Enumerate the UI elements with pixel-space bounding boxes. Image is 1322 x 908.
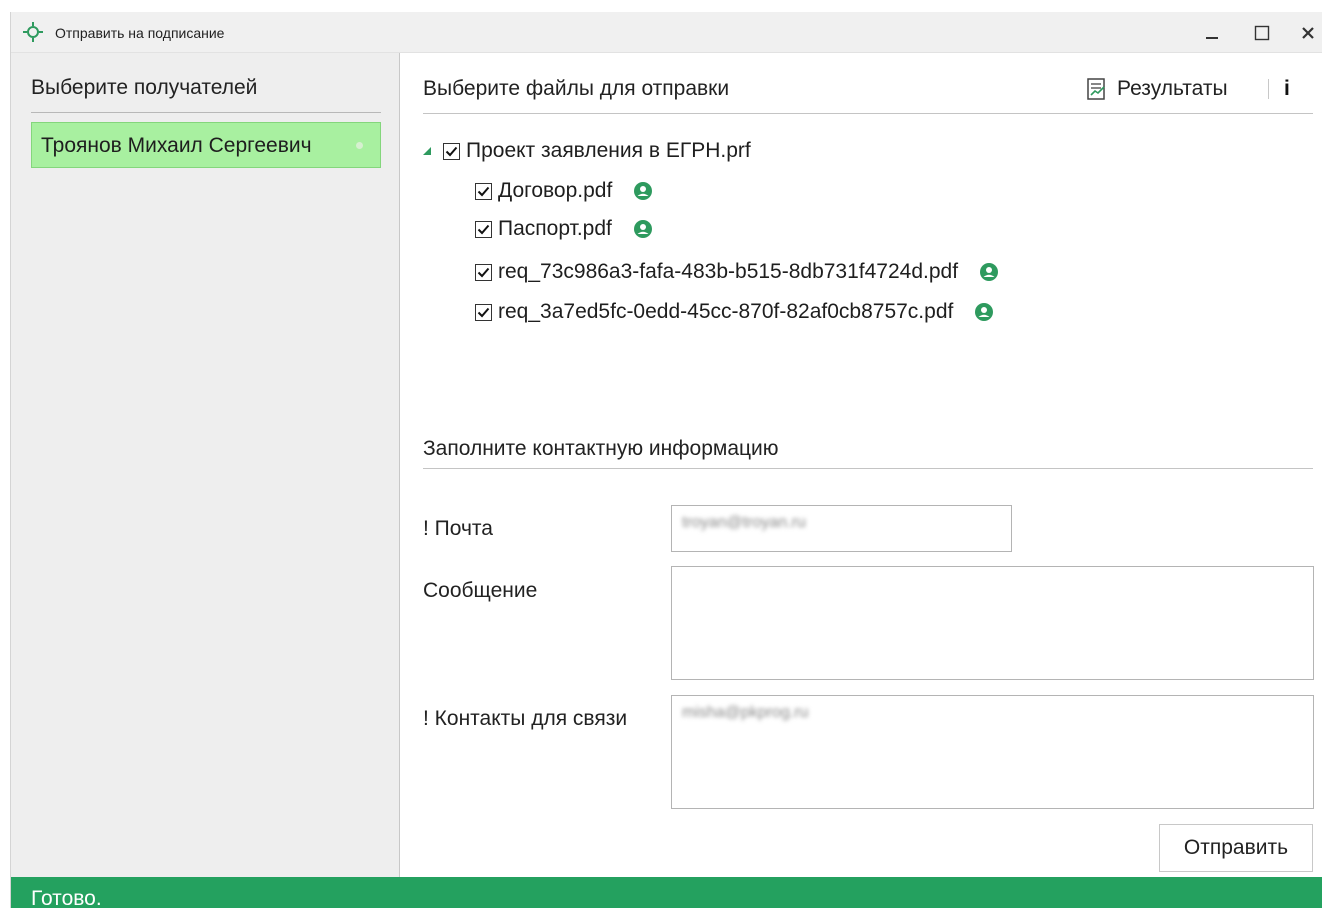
divider <box>423 468 1313 469</box>
checkbox-checked[interactable] <box>475 220 492 238</box>
email-field[interactable]: troyan@troyan.ru <box>671 505 1012 552</box>
title-bar: Отправить на подписание <box>11 12 1322 53</box>
checkbox-checked[interactable] <box>475 263 492 281</box>
person-icon[interactable] <box>980 263 999 281</box>
recipient-item[interactable]: Троянов Михаил Сергеевич <box>31 122 381 168</box>
contacts-value: misha@pkprog.ru <box>682 704 809 721</box>
recipients-header: Выберите получателей <box>31 76 258 99</box>
maximize-button[interactable] <box>1247 18 1277 48</box>
maximize-icon <box>1254 25 1270 41</box>
status-text: Готово. <box>31 887 102 908</box>
minimize-icon <box>1206 37 1218 39</box>
file-name: req_3a7ed5fc-0edd-45cc-870f-82af0cb8757c… <box>498 300 954 323</box>
message-field[interactable] <box>671 566 1314 680</box>
checkbox-checked[interactable] <box>475 182 492 200</box>
person-icon[interactable] <box>633 220 652 238</box>
tree-item[interactable]: Паспорт.pdf <box>475 217 652 241</box>
divider <box>423 113 1313 114</box>
file-name: Договор.pdf <box>498 179 613 202</box>
contacts-field[interactable]: misha@pkprog.ru <box>671 695 1314 809</box>
report-icon <box>1087 78 1105 100</box>
person-icon[interactable] <box>634 182 653 200</box>
results-label: Результаты <box>1117 77 1228 100</box>
recipients-panel: Выберите получателей Троянов Михаил Серг… <box>11 53 400 877</box>
minimize-button[interactable] <box>1197 18 1227 48</box>
checkbox-checked[interactable] <box>443 142 460 160</box>
window-title: Отправить на подписание <box>55 25 225 41</box>
person-icon[interactable] <box>975 303 994 321</box>
tree-root[interactable]: Проект заявления в ЕГРН.prf <box>423 139 751 163</box>
contact-header: Заполните контактную информацию <box>423 437 779 460</box>
divider <box>31 112 381 113</box>
file-name: Паспорт.pdf <box>498 217 612 240</box>
toolbar-separator <box>1268 79 1269 99</box>
email-value: troyan@troyan.ru <box>682 514 806 531</box>
message-label: Сообщение <box>423 579 538 602</box>
contacts-label: ! Контакты для связи <box>423 707 628 730</box>
status-bar: Готово. <box>11 877 1322 908</box>
recipient-name: Троянов Михаил Сергеевич <box>41 134 312 157</box>
tree-item[interactable]: req_73c986a3-fafa-483b-b515-8db731f4724d… <box>475 260 999 284</box>
close-button[interactable] <box>1293 18 1322 48</box>
file-name: req_73c986a3-fafa-483b-b515-8db731f4724d… <box>498 260 959 283</box>
tree-item[interactable]: req_3a7ed5fc-0edd-45cc-870f-82af0cb8757c… <box>475 300 994 324</box>
target-icon <box>23 22 43 42</box>
results-button[interactable]: Результаты <box>1085 73 1228 105</box>
tree-item[interactable]: Договор.pdf <box>475 179 653 203</box>
recipient-status-dot <box>356 142 363 149</box>
main-panel: Выберите файлы для отправки Результаты i… <box>401 53 1322 877</box>
close-icon <box>1302 27 1314 39</box>
file-name: Проект заявления в ЕГРН.prf <box>466 139 751 162</box>
files-header: Выберите файлы для отправки <box>423 77 730 100</box>
send-for-signing-window: Отправить на подписание Выберите получат… <box>10 12 1322 908</box>
info-button[interactable]: i <box>1284 77 1290 101</box>
checkbox-checked[interactable] <box>475 303 492 321</box>
expand-triangle-icon[interactable] <box>423 147 431 155</box>
email-label: ! Почта <box>423 517 493 540</box>
send-button[interactable]: Отправить <box>1159 824 1313 872</box>
